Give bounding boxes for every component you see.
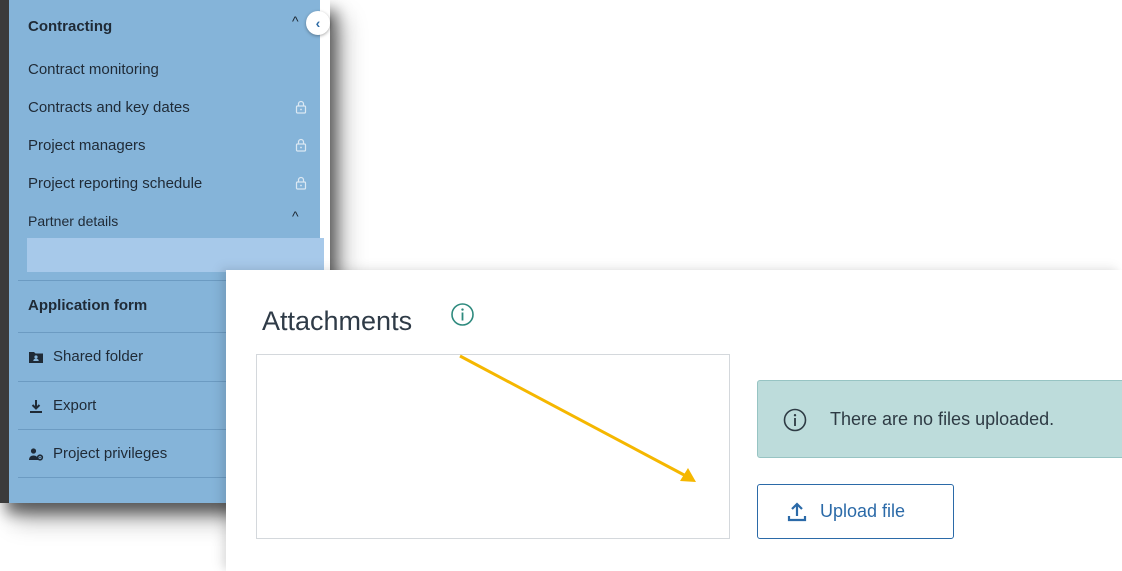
sidebar-item-project-privileges[interactable]: Project privileges [28, 445, 167, 462]
notice-message: There are no files uploaded. [830, 409, 1055, 429]
upload-file-button[interactable]: Upload file [757, 484, 954, 539]
lock-icon [294, 138, 308, 152]
sidebar-item-label: Project privileges [53, 445, 168, 462]
chevron-up-icon[interactable]: ^ [292, 13, 299, 29]
info-icon [782, 407, 808, 433]
sidebar-item-contracts-key-dates[interactable]: Contracts and key dates [28, 99, 190, 116]
attachments-panel: Attachments There are no files uploaded.… [226, 270, 1122, 571]
sidebar-item-contract-monitoring[interactable]: Contract monitoring [28, 61, 159, 78]
collapse-sidebar-button[interactable]: ‹ [306, 11, 330, 35]
lock-icon [294, 176, 308, 190]
folder-account-icon [29, 351, 43, 363]
file-drop-area[interactable] [256, 354, 730, 539]
info-icon[interactable] [450, 302, 475, 327]
chevron-up-icon[interactable]: ^ [292, 208, 299, 224]
sidebar-item-shared-folder[interactable]: Shared folder [28, 348, 143, 365]
empty-files-notice: There are no files uploaded. [757, 380, 1122, 458]
sidebar-item-label: Export [53, 397, 97, 414]
sidebar-section-contracting[interactable]: Contracting [28, 18, 112, 35]
upload-file-label: Upload file [820, 501, 906, 521]
upload-icon [787, 501, 807, 521]
download-icon [30, 399, 42, 413]
sidebar-item-export[interactable]: Export [28, 397, 96, 414]
sidebar-item-project-reporting-schedule[interactable]: Project reporting schedule [28, 175, 202, 192]
sidebar-item-label: Shared folder [53, 348, 144, 365]
sidebar-item-project-managers[interactable]: Project managers [28, 137, 146, 154]
sidebar-item-selected[interactable] [27, 238, 324, 272]
page-title: Attachments [262, 306, 413, 336]
user-cog-icon [29, 447, 44, 461]
sidebar-item-application-form[interactable]: Application form [28, 297, 147, 314]
sidebar-item-partner-details[interactable]: Partner details [28, 213, 118, 229]
lock-icon [294, 100, 308, 114]
